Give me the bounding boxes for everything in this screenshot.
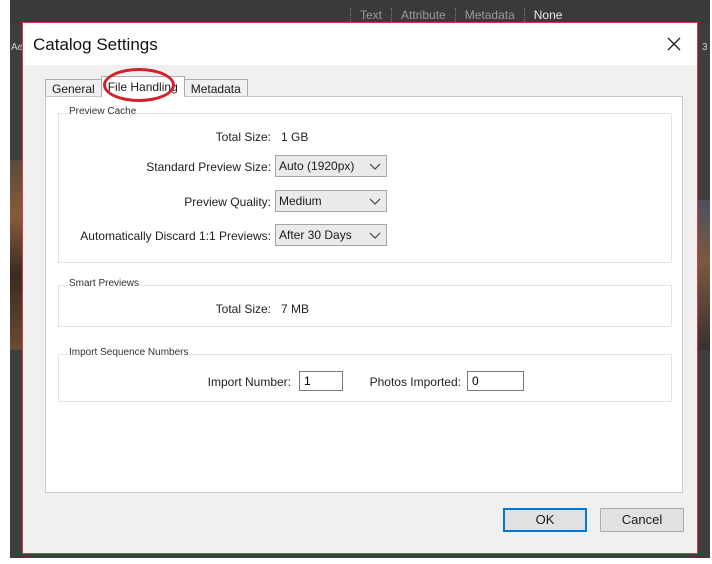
cancel-button[interactable]: Cancel	[600, 508, 684, 532]
preview-cache-title: Preview Cache	[69, 106, 137, 117]
filter-none[interactable]: None	[523, 8, 572, 22]
close-button[interactable]	[651, 23, 697, 65]
photos-imported-label: Photos Imported:	[369, 375, 461, 389]
background-corner-text-right: 3	[702, 42, 708, 53]
discard-previews-value: After 30 Days	[279, 228, 352, 242]
discard-previews-label: Automatically Discard 1:1 Previews:	[80, 229, 271, 243]
preview-quality-value: Medium	[279, 194, 322, 208]
chevron-down-icon	[369, 198, 381, 205]
smart-previews-title: Smart Previews	[69, 278, 140, 289]
settings-tabs: General File Handling Metadata	[45, 76, 248, 97]
total-size-value: 1 GB	[281, 130, 309, 144]
chevron-down-icon	[369, 163, 381, 170]
smart-previews-total-size-label: Total Size:	[215, 302, 271, 316]
import-number-label: Import Number:	[207, 375, 291, 389]
tab-metadata[interactable]: Metadata	[183, 79, 248, 97]
filter-attribute[interactable]: Attribute	[391, 8, 455, 22]
library-filter-bar: Text Attribute Metadata None	[10, 0, 710, 24]
filter-text[interactable]: Text	[350, 8, 391, 22]
dialog-title: Catalog Settings	[33, 35, 158, 54]
tab-file-handling[interactable]: File Handling	[100, 76, 185, 97]
preview-quality-select[interactable]: Medium	[275, 190, 387, 212]
import-sequence-group: Import Sequence Numbers Import Number: P…	[58, 347, 672, 402]
filter-metadata[interactable]: Metadata	[454, 8, 524, 22]
preview-cache-group: Preview Cache Total Size: 1 GB Standard …	[58, 106, 672, 263]
dialog-titlebar: Catalog Settings	[23, 23, 697, 65]
standard-preview-size-select[interactable]: Auto (1920px)	[275, 155, 387, 177]
standard-preview-size-label: Standard Preview Size:	[146, 160, 271, 174]
import-number-input[interactable]	[299, 371, 343, 391]
discard-previews-select[interactable]: After 30 Days	[275, 224, 387, 246]
total-size-label: Total Size:	[215, 130, 271, 144]
background-photo-thumbnail-right	[696, 200, 710, 350]
chevron-down-icon	[369, 232, 381, 239]
import-sequence-title: Import Sequence Numbers	[69, 347, 189, 358]
filter-options: Text Attribute Metadata None	[350, 8, 571, 22]
tab-general[interactable]: General	[45, 79, 102, 97]
smart-previews-total-size-value: 7 MB	[281, 302, 310, 316]
photos-imported-input[interactable]	[467, 371, 524, 391]
catalog-settings-dialog: Catalog Settings General File Handling M…	[22, 22, 698, 554]
ok-button[interactable]: OK	[503, 508, 587, 532]
preview-quality-label: Preview Quality:	[184, 195, 271, 209]
file-handling-panel: Preview Cache Total Size: 1 GB Standard …	[45, 96, 683, 493]
smart-previews-group: Smart Previews Total Size: 7 MB	[58, 278, 672, 327]
standard-preview-size-value: Auto (1920px)	[279, 159, 355, 173]
close-icon	[667, 37, 681, 51]
